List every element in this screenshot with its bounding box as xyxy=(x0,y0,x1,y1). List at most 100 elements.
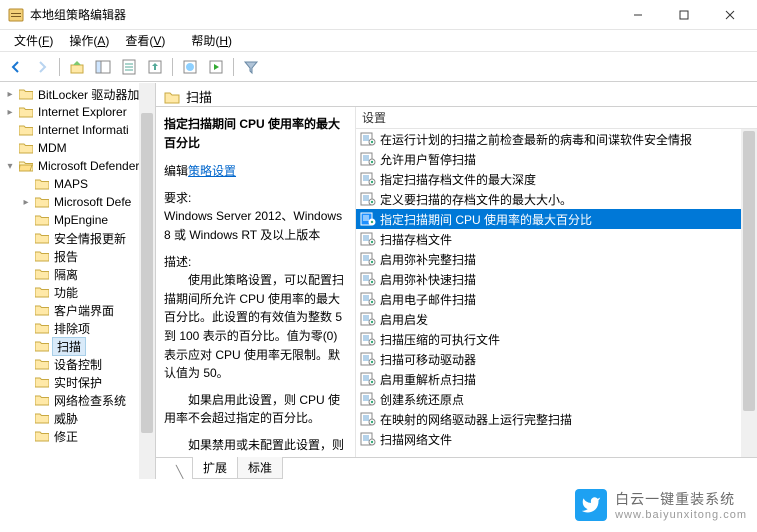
tree-node[interactable]: 设备控制 xyxy=(0,355,155,373)
tree-node[interactable]: 修正 xyxy=(0,427,155,445)
list-item[interactable]: 启用弥补快速扫描 xyxy=(356,269,757,289)
tree-node[interactable]: ▸BitLocker 驱动器加 xyxy=(0,85,155,103)
up-button[interactable] xyxy=(65,55,89,79)
list-item[interactable]: 在映射的网络驱动器上运行完整扫描 xyxy=(356,409,757,429)
list-item[interactable]: 扫描网络文件 xyxy=(356,429,757,449)
filter-button[interactable] xyxy=(239,55,263,79)
list-item-label: 在运行计划的扫描之前检查最新的病毒和间谍软件安全情报 xyxy=(380,131,692,148)
export-button[interactable] xyxy=(143,55,167,79)
toolbar xyxy=(0,52,757,82)
list-item[interactable]: 启用电子邮件扫描 xyxy=(356,289,757,309)
tree-node-label: 报告 xyxy=(52,248,80,265)
tab-extended[interactable]: 扩展 xyxy=(192,457,238,479)
tree-scrollbar[interactable] xyxy=(139,83,155,479)
twisty-icon[interactable]: ▾ xyxy=(4,161,16,172)
twisty-icon[interactable]: ▸ xyxy=(4,89,16,100)
requirements-label: 要求: xyxy=(164,189,345,208)
window-title: 本地组策略编辑器 xyxy=(30,6,615,23)
list-item[interactable]: 启用弥补完整扫描 xyxy=(356,249,757,269)
folder-icon xyxy=(19,160,33,172)
list-item[interactable]: 启用重解析点扫描 xyxy=(356,369,757,389)
policy-icon xyxy=(360,292,376,306)
list-item[interactable]: 扫描存档文件 xyxy=(356,229,757,249)
tree-node[interactable]: Internet Informati xyxy=(0,121,155,139)
view-tabs: ╲ 扩展 标准 xyxy=(156,457,757,479)
folder-icon xyxy=(35,196,49,208)
tree-node[interactable]: 网络检查系统 xyxy=(0,391,155,409)
edit-line: 编辑策略设置 xyxy=(164,162,345,181)
tree-node[interactable]: MpEngine xyxy=(0,211,155,229)
help-button[interactable] xyxy=(178,55,202,79)
tree-node-label: 实时保护 xyxy=(52,374,104,391)
policy-icon xyxy=(360,212,376,226)
tree-node[interactable]: 客户端界面 xyxy=(0,301,155,319)
policy-icon xyxy=(360,332,376,346)
tree-node[interactable]: ▸ Internet Explorer xyxy=(0,103,155,121)
tree-node[interactable]: 实时保护 xyxy=(0,373,155,391)
tree-node[interactable]: 威胁 xyxy=(0,409,155,427)
policy-icon xyxy=(360,192,376,206)
list-item[interactable]: 扫描可移动驱动器 xyxy=(356,349,757,369)
close-button[interactable] xyxy=(707,0,753,30)
tree-node-label: Microsoft Defender xyxy=(36,159,141,173)
list-item[interactable]: 启用启发 xyxy=(356,309,757,329)
minimize-button[interactable] xyxy=(615,0,661,30)
folder-icon xyxy=(19,142,33,154)
menu-help[interactable]: 帮助(H) xyxy=(183,30,240,51)
menu-file[interactable]: 文件(F) xyxy=(6,30,61,51)
list-scroll-thumb[interactable] xyxy=(743,131,755,411)
content-header-title: 扫描 xyxy=(186,87,212,106)
tree-node-label: 威胁 xyxy=(52,410,80,427)
show-hide-tree-button[interactable] xyxy=(91,55,115,79)
list-item[interactable]: 指定扫描期间 CPU 使用率的最大百分比 xyxy=(356,209,757,229)
policy-icon xyxy=(360,232,376,246)
tree-node[interactable]: 扫描 xyxy=(0,337,155,355)
list-item[interactable]: 定义要扫描的存档文件的最大大小。 xyxy=(356,189,757,209)
description-p1: 使用此策略设置，可以配置扫描期间所允许 CPU 使用率的最大百分比。此设置的有效… xyxy=(164,271,345,383)
list-item[interactable]: 创建系统还原点 xyxy=(356,389,757,409)
folder-icon xyxy=(35,268,49,280)
folder-icon xyxy=(35,232,49,244)
folder-icon xyxy=(35,178,49,190)
tree-node[interactable]: ▾ Microsoft Defender xyxy=(0,157,155,175)
description-p3: 如果禁用或未配置此设置，则 CPU 使用率不会超过默认值。 xyxy=(164,436,345,457)
menu-view[interactable]: 查看(V) xyxy=(117,30,173,51)
forward-button[interactable] xyxy=(30,55,54,79)
tree-node-label: Internet Explorer xyxy=(36,105,129,119)
list-item-label: 启用弥补快速扫描 xyxy=(380,271,476,288)
list-item[interactable]: 在运行计划的扫描之前检查最新的病毒和间谍软件安全情报 xyxy=(356,129,757,149)
tree-node[interactable]: 功能 xyxy=(0,283,155,301)
edit-policy-link[interactable]: 策略设置 xyxy=(188,164,236,178)
tree-node[interactable]: 报告 xyxy=(0,247,155,265)
back-button[interactable] xyxy=(4,55,28,79)
titlebar: 本地组策略编辑器 xyxy=(0,0,757,30)
properties-button[interactable] xyxy=(117,55,141,79)
watermark-logo xyxy=(575,489,607,521)
policy-icon xyxy=(360,132,376,146)
menu-action[interactable]: 操作(A) xyxy=(61,30,117,51)
tree-node[interactable]: MDM xyxy=(0,139,155,157)
tree-scroll-thumb[interactable] xyxy=(141,113,153,433)
list-item-label: 创建系统还原点 xyxy=(380,391,464,408)
twisty-icon[interactable]: ▸ xyxy=(4,107,16,118)
list-item[interactable]: 指定扫描存档文件的最大深度 xyxy=(356,169,757,189)
requirements-text: Windows Server 2012、Windows 8 或 Windows … xyxy=(164,207,345,244)
list-column-header[interactable]: 设置 xyxy=(356,107,757,129)
tab-standard[interactable]: 标准 xyxy=(237,457,283,479)
tree-node-label: 网络检查系统 xyxy=(52,392,128,409)
tree-node[interactable]: MAPS xyxy=(0,175,155,193)
policy-icon xyxy=(360,432,376,446)
list-item[interactable]: 扫描压缩的可执行文件 xyxy=(356,329,757,349)
tab-diagonal: ╲ xyxy=(176,465,192,479)
play-button[interactable] xyxy=(204,55,228,79)
maximize-button[interactable] xyxy=(661,0,707,30)
separator xyxy=(172,58,173,76)
list-item[interactable]: 允许用户暂停扫描 xyxy=(356,149,757,169)
tree-node[interactable]: 安全情报更新 xyxy=(0,229,155,247)
policy-title: 指定扫描期间 CPU 使用率的最大百分比 xyxy=(164,115,345,152)
list-scrollbar[interactable] xyxy=(741,129,757,457)
tree-node[interactable]: 隔离 xyxy=(0,265,155,283)
tree-node[interactable]: 排除项 xyxy=(0,319,155,337)
twisty-icon[interactable]: ▸ xyxy=(20,197,32,208)
tree-node[interactable]: ▸Microsoft Defe xyxy=(0,193,155,211)
